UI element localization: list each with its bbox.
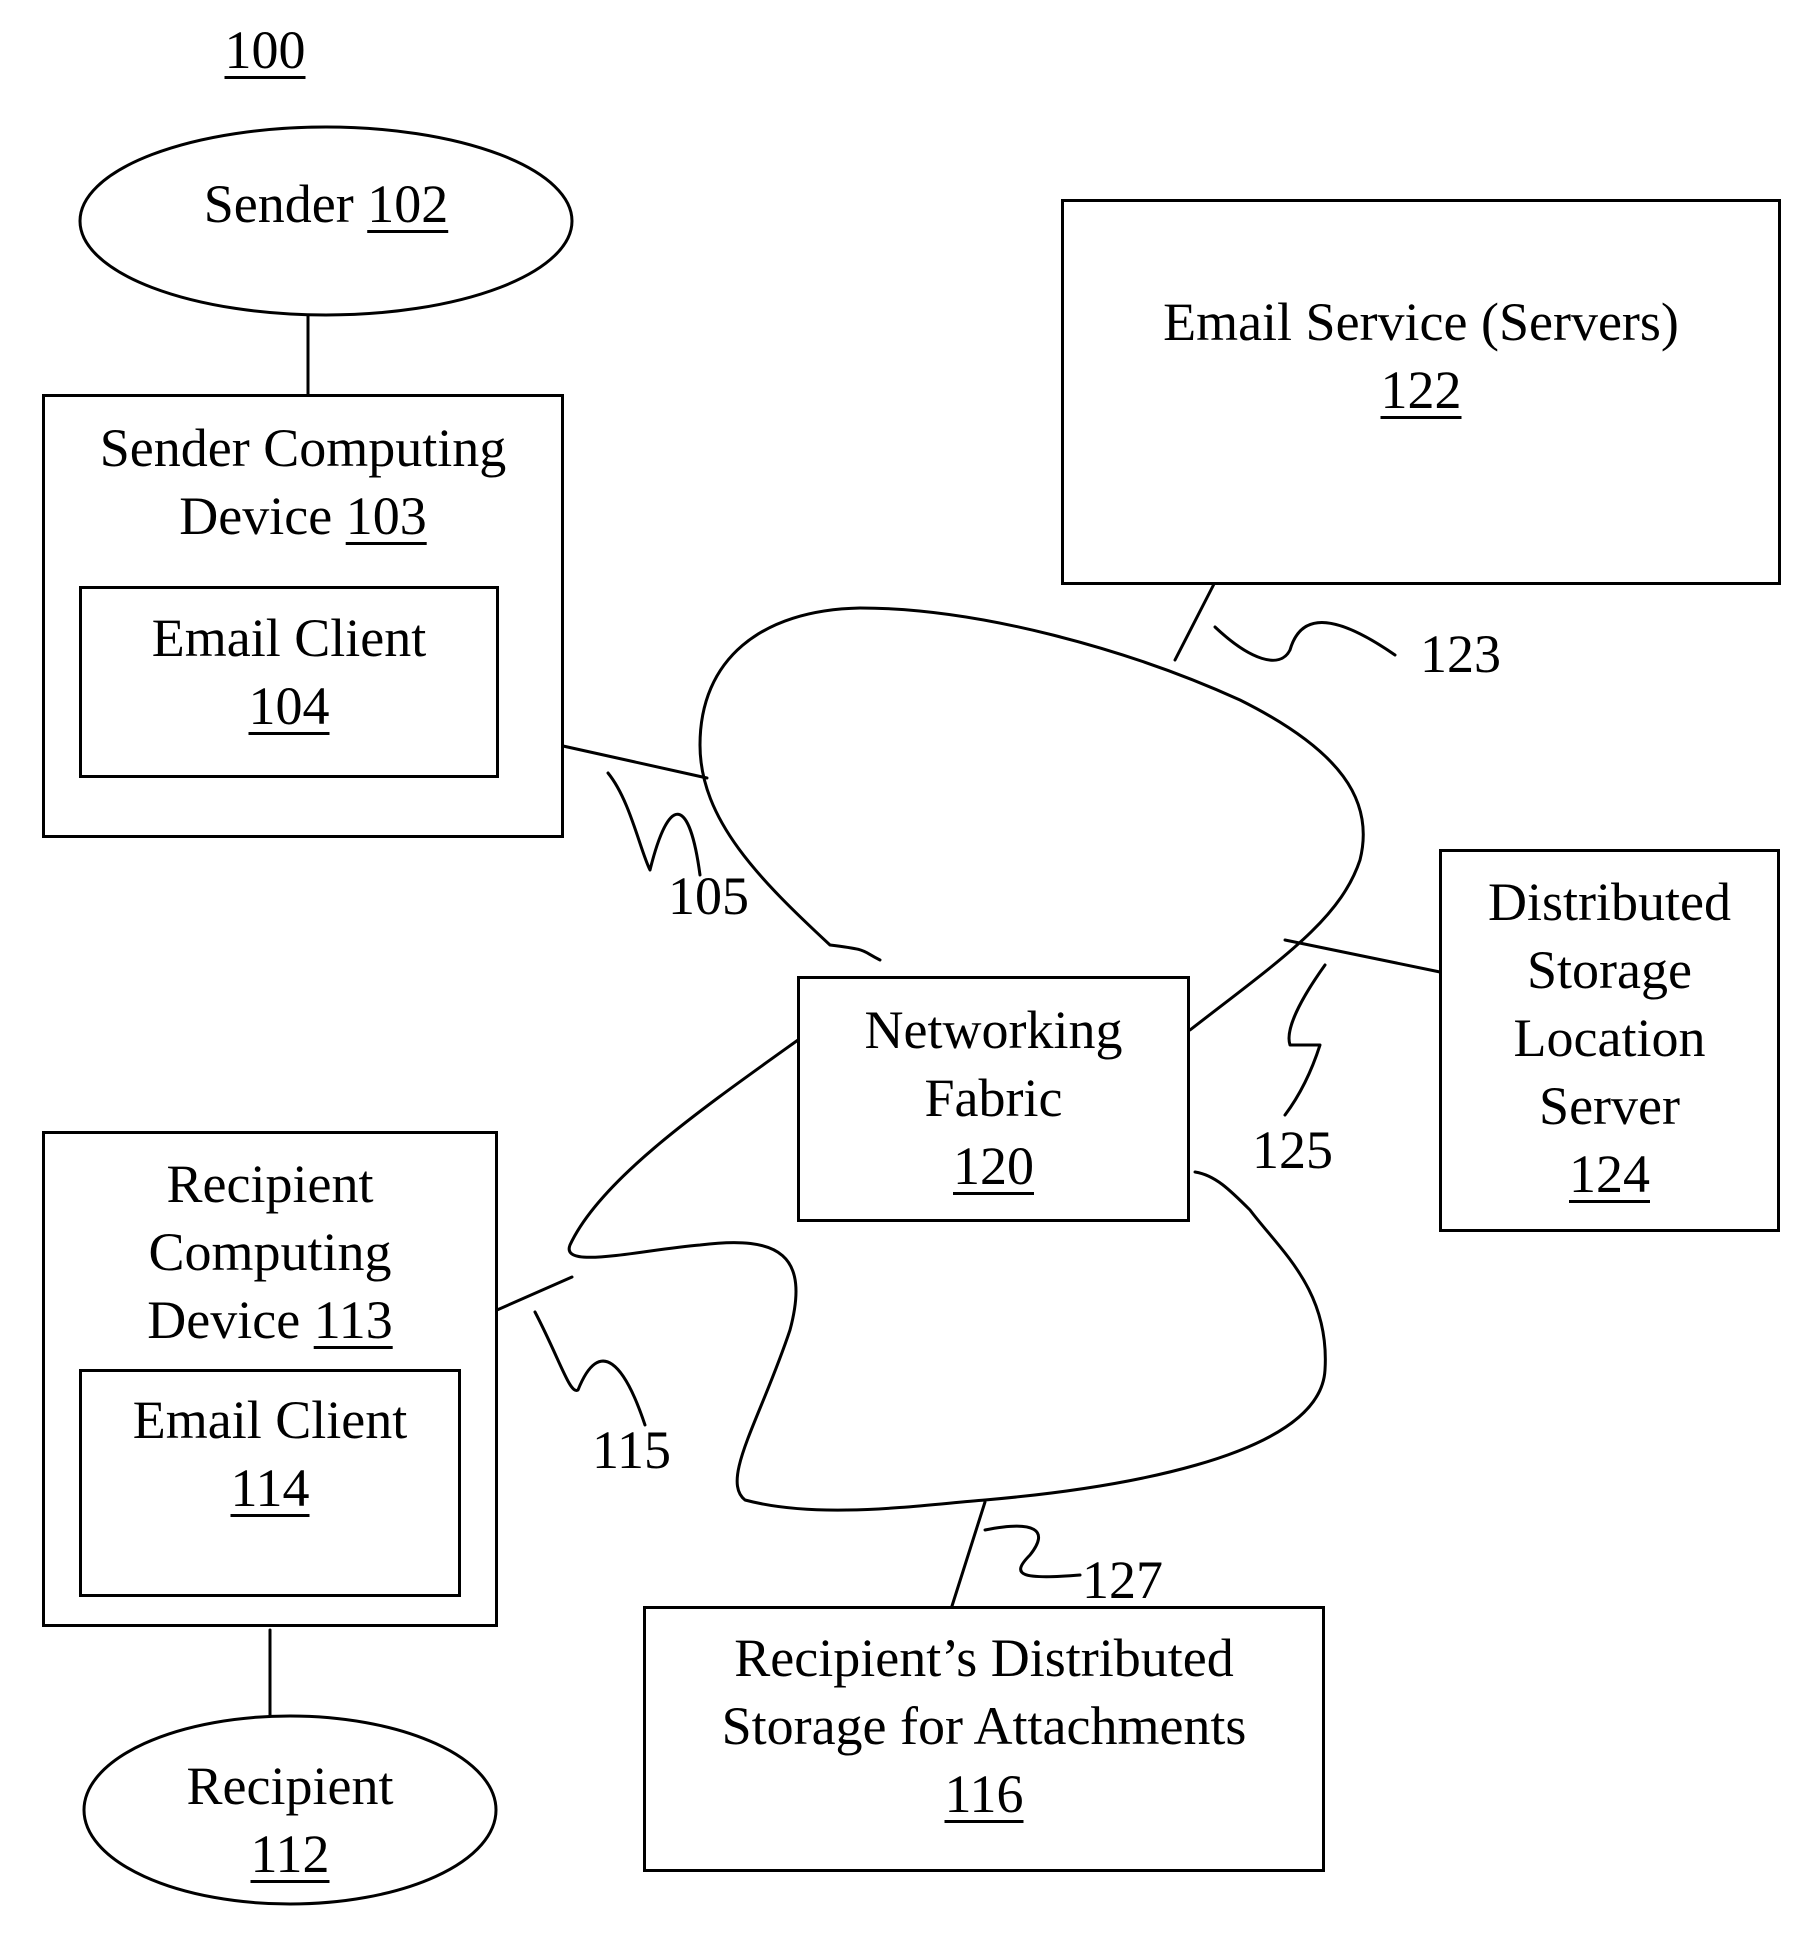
callout-105: 105 <box>668 866 749 926</box>
dsls-line3: Location <box>1513 1008 1706 1068</box>
link-115 <box>495 1275 574 1312</box>
callout-125: 125 <box>1252 1120 1333 1180</box>
recipient-storage-line1: Recipient’s Distributed <box>734 1628 1234 1688</box>
link-105-leader <box>606 771 702 877</box>
link-125-leader <box>1283 963 1327 1117</box>
recipient-device-label: Recipient Computing Device 113 <box>42 1150 498 1354</box>
networking-fabric-line1: Networking <box>864 1000 1123 1060</box>
email-service-label: Email Service (Servers) 122 <box>1061 288 1781 424</box>
networking-fabric-ref: 120 <box>953 1136 1034 1196</box>
recipient-storage-label: Recipient’s Distributed Storage for Atta… <box>643 1624 1325 1828</box>
recipient-device-ref: 113 <box>313 1290 393 1350</box>
sender-device-line2-text: Device <box>179 486 333 546</box>
dsls-line4: Server <box>1539 1076 1680 1136</box>
link-123 <box>1173 582 1216 662</box>
email-service-text: Email Service (Servers) <box>1163 292 1679 352</box>
networking-fabric-label: Networking Fabric 120 <box>797 996 1190 1200</box>
recipient-storage-line2: Storage for Attachments <box>721 1696 1247 1756</box>
callout-123: 123 <box>1420 624 1501 684</box>
callout-127: 127 <box>1082 1550 1163 1610</box>
dsls-line2: Storage <box>1527 940 1692 1000</box>
link-127-leader <box>983 1524 1082 1579</box>
recipient-name: Recipient <box>186 1756 394 1816</box>
link-127 <box>950 1500 987 1608</box>
dsls-ref: 124 <box>1569 1144 1650 1204</box>
recipient-ref: 112 <box>250 1824 330 1884</box>
sender-device-ref: 103 <box>345 486 427 546</box>
recipient-device-line3-text: Device <box>147 1290 301 1350</box>
link-123-leader <box>1213 621 1397 662</box>
sender-ref: 102 <box>367 174 449 234</box>
recipient-storage-ref: 116 <box>944 1764 1024 1824</box>
sender-device-label: Sender Computing Device 103 <box>42 414 564 550</box>
sender-device-line1: Sender Computing <box>99 418 507 478</box>
sender-label: Sender 102 <box>150 170 502 238</box>
callout-115: 115 <box>592 1420 671 1480</box>
recipient-label: Recipient 112 <box>84 1752 496 1888</box>
dsls-label: Distributed Storage Location Server 124 <box>1439 868 1780 1208</box>
recipient-device-line2: Computing <box>148 1222 392 1282</box>
recipient-email-client-label: Email Client 114 <box>79 1386 461 1522</box>
figure-number: 100 <box>224 20 306 80</box>
networking-fabric-line2: Fabric <box>924 1068 1063 1128</box>
sender-name: Sender <box>203 174 354 234</box>
link-125 <box>1283 938 1442 974</box>
recipient-device-line1: Recipient <box>166 1154 374 1214</box>
link-105 <box>561 744 709 780</box>
dsls-line1: Distributed <box>1488 872 1731 932</box>
recipient-email-client-text: Email Client <box>132 1390 408 1450</box>
network-cloud-upper <box>698 606 1365 1032</box>
email-service-ref: 122 <box>1380 360 1462 420</box>
recipient-email-client-ref: 114 <box>230 1458 310 1518</box>
sender-email-client-text: Email Client <box>151 608 427 668</box>
link-115-leader <box>533 1310 647 1427</box>
sender-email-client-label: Email Client 104 <box>79 604 499 740</box>
sender-email-client-ref: 104 <box>248 676 330 736</box>
recipient-device-line3: Device 113 <box>42 1286 498 1354</box>
sender-device-line2: Device 103 <box>42 482 564 550</box>
